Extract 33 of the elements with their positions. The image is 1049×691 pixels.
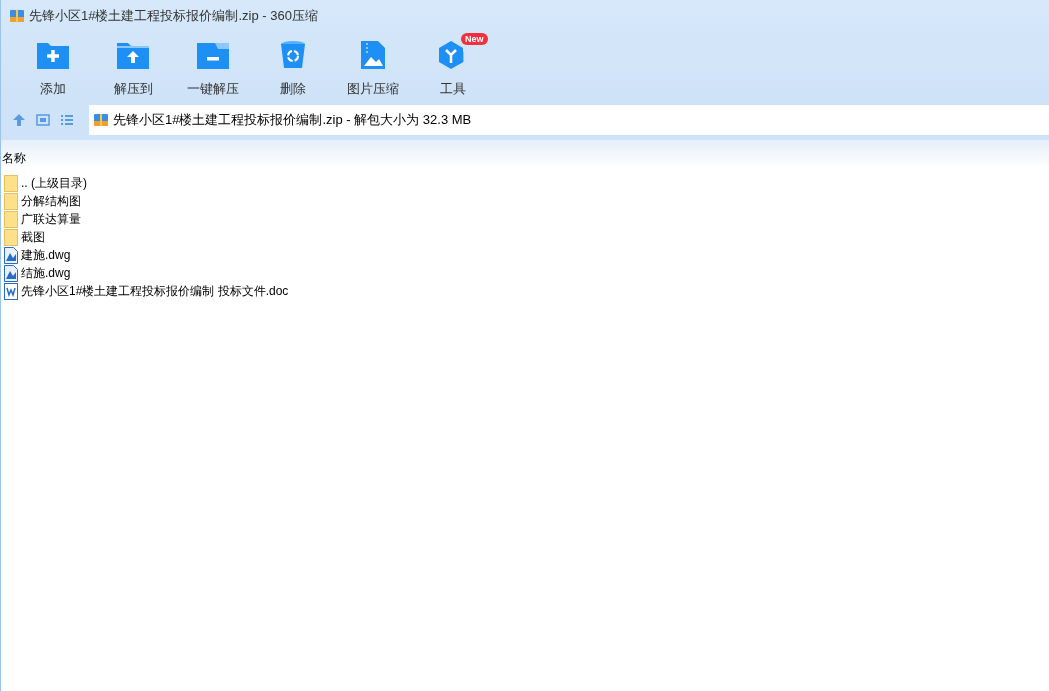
window-title: 先锋小区1#楼土建工程投标报价编制.zip - 360压缩 — [29, 7, 318, 26]
folder-upload-icon — [116, 40, 150, 70]
file-name[interactable]: 结施.dwg — [21, 264, 71, 282]
recycle-bin-icon — [280, 40, 306, 70]
path-bar[interactable]: 先锋小区1#楼土建工程投标报价编制.zip - 解包大小为 32.3 MB — [89, 105, 1049, 135]
thumbnail-view-icon[interactable] — [35, 112, 51, 128]
folder-icon — [4, 210, 18, 228]
toolbar-button[interactable]: 图片压缩 — [333, 38, 413, 98]
drawing-file-icon — [4, 264, 18, 282]
document-icon — [4, 282, 18, 300]
folder-icon — [4, 228, 18, 246]
folder-minus-icon — [196, 40, 230, 70]
new-badge: New — [461, 33, 488, 45]
file-name[interactable]: 截图 — [21, 228, 45, 246]
archive-icon — [93, 112, 109, 128]
file-name[interactable]: 广联达算量 — [21, 210, 81, 228]
toolbar-button[interactable]: 删除 — [253, 38, 333, 98]
up-arrow-icon[interactable] — [11, 112, 27, 128]
list-view-icon[interactable] — [59, 112, 75, 128]
column-header[interactable]: 名称 — [1, 149, 26, 167]
toolbar-button[interactable]: 添加 — [13, 38, 93, 98]
image-file-icon — [360, 40, 386, 70]
archive-icon — [9, 8, 25, 24]
toolbar-button[interactable]: 解压到 — [93, 38, 173, 98]
folder-icon — [4, 192, 18, 210]
folder-plus-icon — [36, 40, 70, 70]
drawing-file-icon — [4, 246, 18, 264]
file-name[interactable]: 建施.dwg — [21, 246, 71, 264]
toolbar-button[interactable]: 一键解压 — [173, 38, 253, 98]
file-name[interactable]: 先锋小区1#楼土建工程投标报价编制 投标文件.doc — [21, 282, 289, 300]
folder-icon — [4, 174, 18, 192]
file-name[interactable]: 分解结构图 — [21, 192, 81, 210]
file-name[interactable]: .. (上级目录) — [21, 174, 87, 192]
